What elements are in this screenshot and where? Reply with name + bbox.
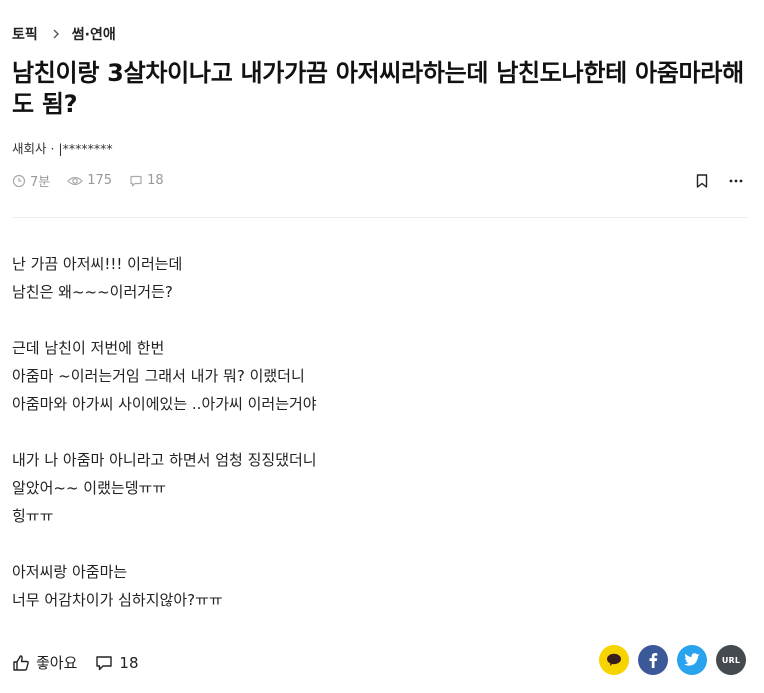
body-line: 힝ㅠㅠ [12,507,54,525]
body-line: 아줌마 ~이러는거임 그래서 내가 뭐? 이랬더니 [12,367,305,385]
footer-comment-count: 18 [119,653,139,672]
breadcrumb: 토픽 썸·연애 [12,24,116,44]
facebook-share-button[interactable] [638,645,668,675]
body-line: 아줌마와 아가씨 사이에있는 ..아가씨 이러는거야 [12,395,317,413]
eye-icon [67,176,84,185]
body-line: 난 가끔 아저씨!!! 이러는데 [12,255,183,273]
body-line: 알았어~~ 이랬는뎅ㅠㅠ [12,479,167,497]
post-title: 남친이랑 3살차이나고 내가가끔 아저씨라하는데 남친도나한테 아줌마라해도 됨… [12,59,744,118]
body-line [12,530,317,558]
like-label: 좋아요 [36,654,78,672]
twitter-share-button[interactable] [677,645,707,675]
share-buttons: URL [590,645,746,675]
body-line: 남친은 왜~~~이러거든? [12,283,173,301]
body-line: 너무 어감차이가 심하지않아?ㅠㅠ [12,591,223,609]
more-button[interactable] [726,171,746,191]
chevron-right-icon [53,29,59,39]
like-button[interactable]: 좋아요 [12,652,77,673]
comment-button[interactable]: 18 [95,653,139,672]
kakao-share-button[interactable] [599,645,629,675]
twitter-icon [684,653,700,666]
time-ago: 7분 [30,175,51,190]
header-divider [12,217,748,218]
time-stat: 7분 [12,171,50,190]
post-page: 토픽 썸·연애 남친이랑 3살차이나고 내가가끔 아저씨라하는데 남친도나한테 … [0,0,764,693]
bookmark-icon [696,174,708,188]
bookmark-button[interactable] [692,171,712,191]
body-line: 내가 나 아줌마 아니라고 하면서 엄청 징징댔더니 [12,451,317,469]
post-author[interactable]: 새회사 · |******** [12,138,113,157]
post-stats: 7분 175 18 [12,171,181,190]
thumbs-up-icon [13,654,29,671]
body-line [12,306,317,334]
comments-stat: 18 [129,173,164,188]
view-count: 175 [87,173,113,188]
breadcrumb-category-link[interactable]: 썸·연애 [72,24,116,44]
kakao-icon [607,653,621,666]
post-actions [678,171,746,191]
more-icon [729,179,743,183]
comment-icon [130,175,142,187]
body-line: 아저씨랑 아줌마는 [12,563,128,581]
url-copy-button[interactable]: URL [716,645,746,675]
breadcrumb-topic-link[interactable]: 토픽 [12,24,38,44]
comment-icon [96,655,113,670]
views-stat: 175 [67,173,112,188]
body-line [12,418,317,446]
body-line: 근데 남친이 저번에 한번 [12,339,165,357]
post-reactions: 좋아요 18 [12,652,157,673]
post-body: 난 가끔 아저씨!!! 이러는데 남친은 왜~~~이러거든? 근데 남친이 저번… [12,250,317,614]
comment-count: 18 [147,173,164,188]
facebook-icon [649,653,658,668]
clock-icon [12,174,26,187]
